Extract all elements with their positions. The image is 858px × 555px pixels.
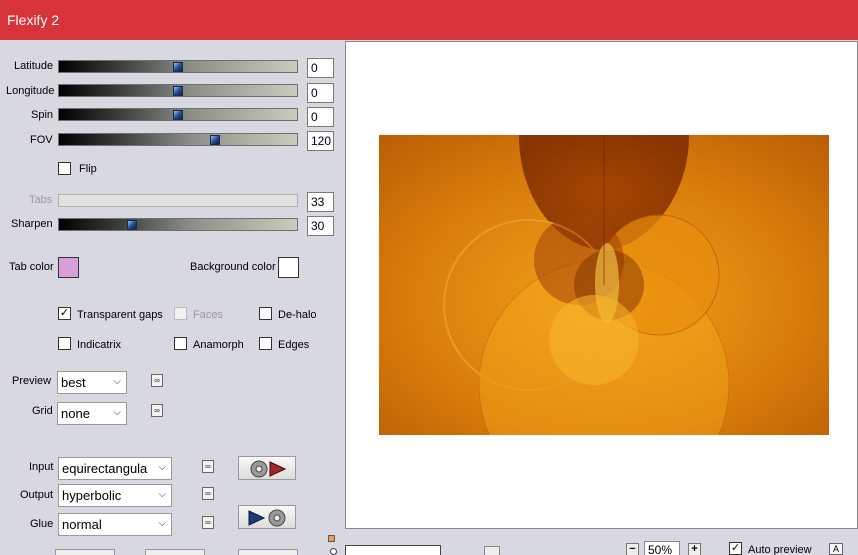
- plus-icon: +: [691, 543, 698, 555]
- bottom-button-3[interactable]: [238, 549, 298, 555]
- preview-link-icon[interactable]: ∞: [151, 374, 163, 387]
- de-halo-label: De-halo: [278, 309, 317, 321]
- input-label: Input: [29, 461, 54, 473]
- flip-label: Flip: [79, 163, 97, 175]
- title-bar: Flexify 2: [0, 0, 858, 40]
- radio-indicator[interactable]: [330, 548, 337, 555]
- auto-preview-checkbox[interactable]: ✓: [729, 542, 742, 555]
- output-select[interactable]: hyperbolic ⌵: [58, 484, 172, 507]
- longitude-input[interactable]: 0: [307, 83, 334, 103]
- input-link-icon[interactable]: ∞: [202, 460, 214, 473]
- longitude-label: Longitude: [6, 85, 55, 97]
- zoom-level[interactable]: 50%: [644, 541, 680, 555]
- status-field: [345, 545, 441, 555]
- glue-label: Glue: [30, 518, 54, 530]
- output-link-icon[interactable]: ∞: [202, 487, 214, 500]
- chevron-down-icon: ⌵: [113, 376, 121, 387]
- grid-select[interactable]: none ⌵: [57, 402, 127, 425]
- minus-icon: −: [629, 543, 636, 555]
- latitude-slider[interactable]: [58, 60, 298, 73]
- fov-slider-thumb[interactable]: [210, 135, 220, 145]
- longitude-slider[interactable]: [58, 84, 298, 97]
- spin-slider-thumb[interactable]: [173, 110, 183, 120]
- background-color-label: Background color: [190, 261, 276, 273]
- tab-color-label: Tab color: [9, 261, 54, 273]
- zoom-out-button[interactable]: −: [626, 543, 639, 555]
- glue-link-icon[interactable]: ∞: [202, 516, 214, 529]
- spin-slider[interactable]: [58, 108, 298, 121]
- input-preset-button[interactable]: [238, 456, 296, 480]
- longitude-slider-thumb[interactable]: [173, 86, 183, 96]
- de-halo-checkbox[interactable]: [259, 307, 272, 320]
- disc-play-icon: [250, 460, 287, 478]
- zoom-in-button[interactable]: +: [688, 543, 701, 555]
- small-tool-button[interactable]: [484, 546, 500, 555]
- play-disc-icon: [248, 509, 286, 527]
- preview-label: Preview: [12, 375, 52, 387]
- preview-select[interactable]: best ⌵: [57, 371, 127, 394]
- preview-image: [379, 135, 829, 511]
- grid-select-value: none: [61, 406, 90, 421]
- anamorph-label: Anamorph: [193, 339, 244, 351]
- auto-toggle-icon[interactable]: A: [829, 543, 843, 555]
- output-preset-button[interactable]: [238, 505, 296, 529]
- glue-select[interactable]: normal ⌵: [58, 513, 172, 536]
- sharpen-input[interactable]: 30: [307, 216, 334, 236]
- auto-preview-label: Auto preview: [748, 544, 812, 555]
- preview-pane[interactable]: [345, 41, 858, 529]
- chevron-down-icon: ⌵: [113, 407, 121, 418]
- fov-slider[interactable]: [58, 133, 298, 146]
- tab-color-swatch[interactable]: [58, 257, 79, 278]
- output-label: Output: [20, 489, 54, 501]
- output-select-value: hyperbolic: [62, 488, 122, 503]
- fov-label: FOV: [30, 134, 53, 146]
- latitude-input[interactable]: 0: [307, 58, 334, 78]
- preview-select-value: best: [61, 375, 86, 390]
- grid-link-icon[interactable]: ∞: [151, 404, 163, 417]
- indicatrix-checkbox[interactable]: [58, 337, 71, 350]
- input-select-value: equirectangula: [62, 461, 148, 476]
- spin-input[interactable]: 0: [307, 107, 334, 127]
- faces-label: Faces: [193, 309, 223, 321]
- bottom-button-1[interactable]: [55, 549, 115, 555]
- input-select[interactable]: equirectangula ⌵: [58, 457, 172, 480]
- sharpen-slider-thumb[interactable]: [127, 220, 137, 230]
- sharpen-slider[interactable]: [58, 218, 298, 231]
- edges-label: Edges: [278, 339, 310, 351]
- indicatrix-label: Indicatrix: [77, 339, 122, 351]
- chevron-down-icon: ⌵: [158, 489, 166, 500]
- glue-select-value: normal: [62, 517, 102, 532]
- window-title: Flexify 2: [7, 12, 60, 28]
- bottom-button-2[interactable]: [145, 549, 205, 555]
- edges-checkbox[interactable]: [259, 337, 272, 350]
- spin-label: Spin: [31, 109, 54, 121]
- chevron-down-icon: ⌵: [158, 518, 166, 529]
- latitude-slider-thumb[interactable]: [173, 62, 183, 72]
- background-color-swatch[interactable]: [278, 257, 299, 278]
- latitude-label: Latitude: [14, 60, 54, 72]
- flip-checkbox[interactable]: [58, 162, 71, 175]
- anamorph-checkbox[interactable]: [174, 337, 187, 350]
- grid-label: Grid: [32, 405, 53, 417]
- tabs-label: Tabs: [29, 194, 53, 206]
- fov-input[interactable]: 120: [307, 131, 334, 151]
- sharpen-label: Sharpen: [11, 218, 53, 230]
- chevron-down-icon: ⌵: [156, 462, 166, 473]
- tabs-input[interactable]: 33: [307, 192, 334, 212]
- tabs-slider: [58, 194, 298, 207]
- faces-checkbox: [174, 307, 187, 320]
- transparent-gaps-checkbox[interactable]: ✓: [58, 307, 71, 320]
- transparent-gaps-label: Transparent gaps: [77, 309, 163, 321]
- color-indicator: [328, 535, 335, 542]
